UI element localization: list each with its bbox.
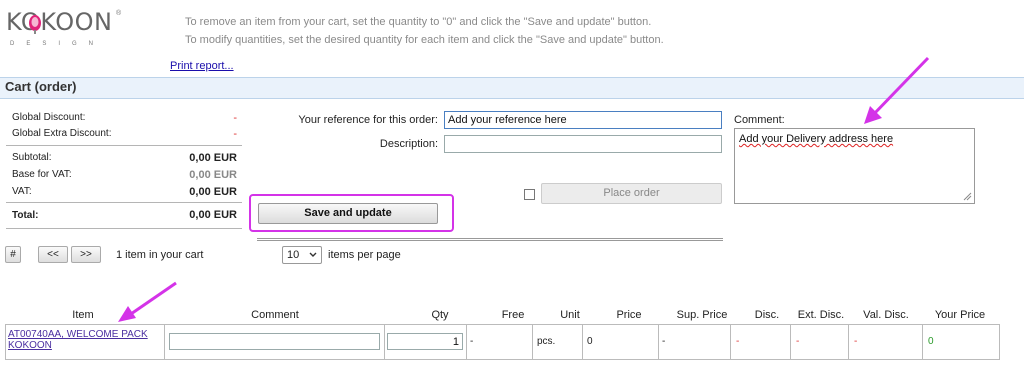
confirm-checkbox[interactable] [524,189,535,200]
totals-divider [6,145,242,146]
section-header-bar [0,77,1024,99]
instruction-line-1: To remove an item from your cart, set th… [185,16,652,28]
comment-label: Comment: [734,114,785,126]
col-header-free: Free [501,309,525,321]
save-and-update-button[interactable]: Save and update [258,203,438,224]
qty-input[interactable] [387,333,463,350]
totals-divider-2 [6,202,242,203]
items-count-text: 1 item in your cart [116,249,204,261]
item-comment-input[interactable] [169,333,380,350]
logo-subtext: DESIGN [10,41,106,47]
description-label: Description: [379,138,438,150]
col-header-your-price: Your Price [934,309,986,321]
col-header-price: Price [616,309,642,321]
table-row [5,324,1000,360]
print-report-link[interactable]: Print report... [170,60,234,72]
col-header-ext-disc: Ext. Disc. [797,309,845,321]
col-header-disc: Disc. [754,309,780,321]
col-header-sup-price: Sup. Price [676,309,728,321]
your-price-value: 0 [928,336,934,347]
cell-divider [790,325,791,359]
hash-button[interactable]: # [5,246,21,263]
cell-divider [848,325,849,359]
chevron-down-icon [309,252,317,257]
val-disc-value: - [854,336,858,347]
col-header-qty: Qty [431,309,449,321]
base-vat-value: 0,00 EUR [189,169,237,181]
base-vat-label: Base for VAT: [12,169,72,180]
reference-label: Your reference for this order: [298,114,438,126]
price-value: 0 [587,336,593,347]
cell-divider [532,325,533,359]
cell-divider [466,325,467,359]
egg-chair-icon [29,15,41,34]
logo-text: KOKOON [6,8,113,36]
per-page-select[interactable]: 10 [282,246,322,264]
place-order-button[interactable]: Place order [541,183,722,204]
resize-grip-icon[interactable] [963,192,972,201]
item-link[interactable]: AT00740AA, WELCOME PACK KOKOON [8,329,148,351]
ext-disc-value: - [796,336,800,347]
subtotal-value: 0,00 EUR [189,152,237,164]
description-input[interactable] [444,135,722,153]
col-header-unit: Unit [560,309,580,321]
cell-divider [164,325,165,359]
global-extra-discount-value: - [233,128,237,140]
per-page-label: items per page [328,249,401,261]
instruction-line-2: To modify quantities, set the desired qu… [185,34,664,46]
next-page-button[interactable]: >> [71,246,101,263]
section-title: Cart (order) [5,79,77,94]
global-discount-value: - [233,112,237,124]
sup-price-value: - [662,336,666,347]
comment-text: Add your Delivery address here [739,133,894,145]
subtotal-label: Subtotal: [12,152,52,163]
col-header-item: Item [72,309,94,321]
cell-divider [658,325,659,359]
reference-input[interactable] [444,111,722,129]
prev-page-button[interactable]: << [38,246,68,263]
total-value: 0,00 EUR [189,209,237,221]
cell-divider [384,325,385,359]
unit-value: pcs. [537,336,556,347]
vat-label: VAT: [12,186,32,197]
global-extra-discount-label: Global Extra Discount: [12,128,112,139]
form-divider [257,238,723,241]
item-link-line1: AT00740AA, WELCOME PACK [8,329,148,340]
disc-value: - [736,336,740,347]
cell-divider [730,325,731,359]
comment-textarea[interactable]: Add your Delivery address here [734,128,975,204]
totals-divider-3 [6,228,242,229]
registered-mark: ® [116,10,122,17]
cell-divider [582,325,583,359]
col-header-val-disc: Val. Disc. [863,309,909,321]
global-discount-label: Global Discount: [12,112,86,123]
free-value: - [470,336,474,347]
kokoon-logo: KOKOON ® DESIGN [6,8,136,58]
per-page-value: 10 [287,249,300,261]
col-header-comment: Comment [251,309,299,321]
total-label: Total: [12,210,39,221]
item-link-line2: KOKOON [8,340,52,351]
cell-divider [922,325,923,359]
vat-value: 0,00 EUR [189,186,237,198]
